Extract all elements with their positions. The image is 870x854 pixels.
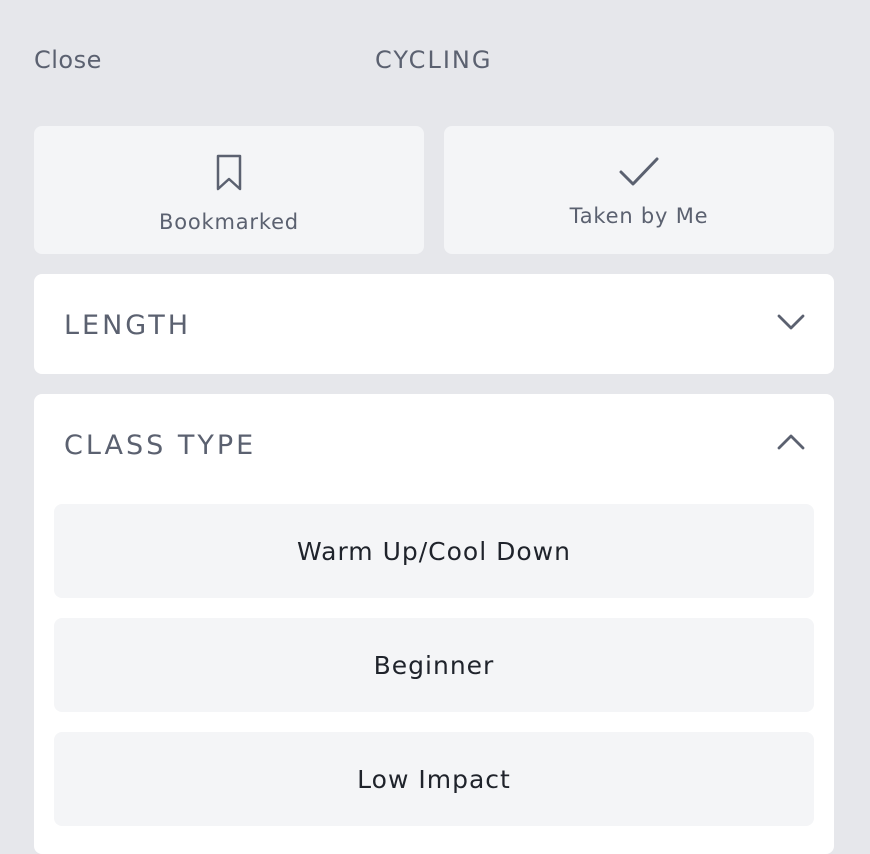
taken-by-me-filter-button[interactable]: Taken by Me	[444, 126, 834, 254]
class-type-section-title: CLASS TYPE	[64, 430, 257, 461]
class-type-option-beginner[interactable]: Beginner	[54, 618, 814, 712]
class-type-section: CLASS TYPE Warm Up/Cool Down Beginner Lo…	[34, 394, 834, 854]
checkmark-icon	[444, 156, 834, 192]
class-type-option-warm-up-cool-down[interactable]: Warm Up/Cool Down	[54, 504, 814, 598]
header: Close CYCLING	[0, 0, 870, 110]
class-type-section-header[interactable]: CLASS TYPE	[34, 394, 834, 494]
page-title: CYCLING	[375, 46, 493, 74]
close-button[interactable]: Close	[34, 46, 102, 74]
length-section-header[interactable]: LENGTH	[34, 274, 834, 374]
chevron-up-icon	[776, 432, 806, 456]
class-type-option-low-impact[interactable]: Low Impact	[54, 732, 814, 826]
chevron-down-icon	[776, 312, 806, 336]
taken-by-me-label: Taken by Me	[569, 204, 709, 228]
bookmarked-filter-button[interactable]: Bookmarked	[34, 126, 424, 254]
bookmark-icon	[34, 154, 424, 196]
length-section: LENGTH	[34, 274, 834, 374]
length-section-title: LENGTH	[64, 310, 192, 341]
bookmarked-label: Bookmarked	[159, 210, 299, 234]
